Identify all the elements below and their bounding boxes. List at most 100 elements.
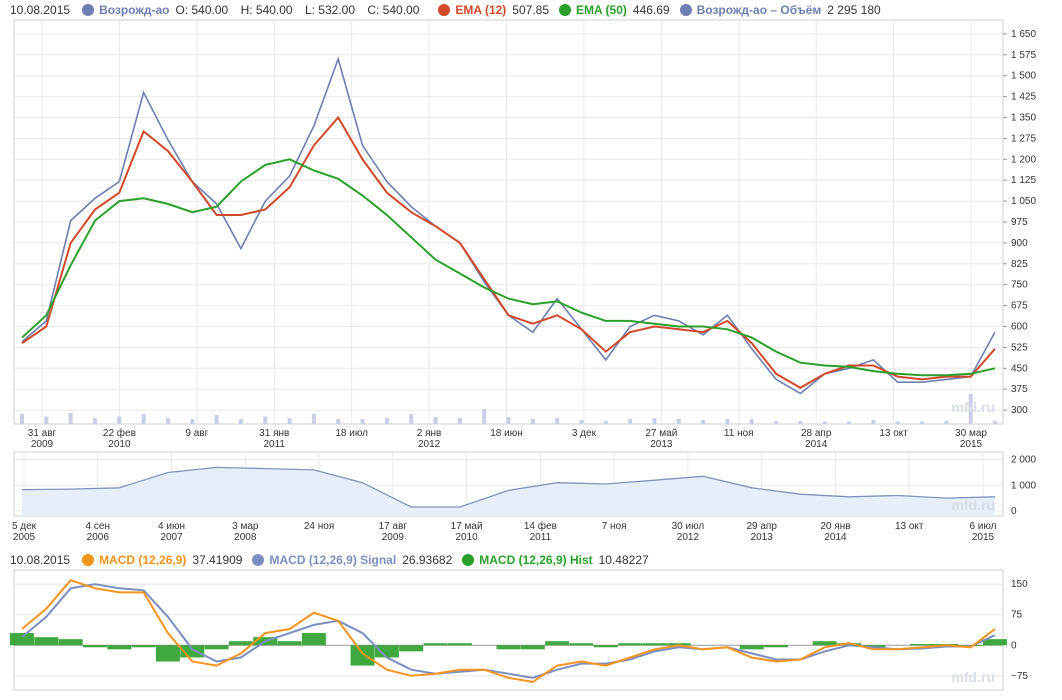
main-x-tick-label: 27 май (645, 428, 677, 439)
macd-y-tick-label: −75 (1011, 671, 1028, 682)
main-x-year-label: 2015 (960, 439, 983, 450)
overview-x-tick-label: 3 мар (232, 521, 259, 532)
overview-x-year-label: 2006 (87, 532, 110, 543)
volume-bar (628, 419, 633, 424)
volume-bar (68, 413, 73, 424)
macd-y-tick-label: 75 (1011, 610, 1023, 621)
macd-line (21, 579, 996, 683)
volume-bar (555, 418, 560, 424)
volume-bar (384, 418, 389, 424)
volume-bar (579, 420, 584, 424)
overview-x-tick-label: 30 июл (672, 521, 705, 532)
volume-bar (238, 419, 243, 424)
macd-hist-bar (107, 645, 132, 650)
volume-bar (263, 416, 268, 424)
volume-bar (871, 420, 876, 424)
main-y-tick-label: 900 (1011, 238, 1028, 249)
macd-hist-bar (277, 641, 302, 646)
volume-bar (993, 421, 997, 424)
macd-hist-bar (131, 645, 156, 648)
volume-bar (214, 415, 219, 424)
macd-hist-bar (520, 645, 545, 650)
main-y-tick-label: 1 050 (1011, 196, 1036, 207)
macd-hist-bar (155, 645, 180, 662)
overview-x-year-label: 2013 (751, 532, 774, 543)
macd-hist-bar (910, 644, 935, 646)
main-y-tick-label: 525 (1011, 342, 1028, 353)
main-y-tick-label: 1 125 (1011, 175, 1036, 186)
overview-x-year-label: 2005 (13, 532, 36, 543)
volume-bar (798, 421, 803, 424)
overview-x-tick-label: 24 ноя (304, 521, 334, 532)
main-y-tick-label: 675 (1011, 301, 1028, 312)
main-x-tick-label: 31 янв (259, 428, 289, 439)
volume-bar (944, 421, 949, 424)
main-x-tick-label: 13 окт (879, 428, 908, 439)
main-y-tick-label: 600 (1011, 321, 1028, 332)
overview-x-year-label: 2008 (234, 532, 257, 543)
main-y-tick-label: 1 350 (1011, 113, 1036, 124)
macd-hist-bar (739, 645, 764, 650)
volume-bar (336, 419, 341, 424)
overview-x-tick-label: 13 окт (895, 521, 924, 532)
volume-bar (92, 418, 97, 424)
main-x-tick-label: 11 ноя (724, 428, 754, 439)
main-x-tick-label: 18 июл (335, 428, 368, 439)
overview-x-tick-label: 17 авг (379, 521, 408, 532)
main-y-tick-label: 300 (1011, 405, 1028, 416)
volume-bar (506, 417, 511, 424)
macd-hist-bar (58, 639, 83, 646)
macd-hist-bar (374, 645, 399, 658)
volume-bar (190, 419, 195, 424)
main-x-year-label: 2014 (805, 439, 828, 450)
overview-x-year-label: 2009 (382, 532, 405, 543)
main-x-tick-label: 22 фев (103, 427, 136, 439)
main-x-year-label: 2013 (650, 439, 673, 450)
volume-bar (603, 421, 608, 424)
overview-x-year-label: 2007 (160, 532, 183, 543)
overview-x-year-label: 2010 (455, 532, 478, 543)
volume-bar (311, 414, 316, 424)
main-x-year-label: 2011 (263, 439, 285, 450)
volume-bar (725, 419, 730, 424)
main-x-year-label: 2009 (31, 439, 54, 450)
main-x-tick-label: 30 мар (955, 428, 987, 439)
main-x-tick-label: 31 авг (28, 428, 57, 439)
main-x-tick-label: 9 авг (185, 428, 208, 439)
volume-bar (749, 419, 754, 424)
volume-bar (774, 421, 779, 424)
volume-bar (44, 416, 49, 424)
overview-x-year-label: 2014 (824, 532, 847, 543)
main-x-tick-label: 28 апр (801, 428, 832, 439)
volume-bar (847, 421, 852, 424)
macd-hist-bar (569, 643, 594, 646)
volume-bar (822, 421, 827, 424)
macd-hist-bar (447, 643, 472, 646)
overview-x-tick-label: 14 фев (524, 520, 557, 532)
main-x-tick-label: 3 дек (572, 428, 597, 439)
main-y-tick-label: 1 650 (1011, 29, 1036, 40)
volume-bar (457, 418, 462, 424)
volume-bar (117, 416, 122, 424)
volume-bar (895, 421, 900, 424)
volume-bar (676, 419, 681, 424)
macd-hist-bar (642, 643, 667, 646)
volume-bar (652, 418, 657, 424)
volume-bar (433, 417, 438, 424)
main-watermark: mfd.ru (951, 399, 995, 415)
main-y-tick-label: 750 (1011, 280, 1028, 291)
macd-hist-bar (545, 641, 570, 646)
macd-hist-bar (399, 645, 424, 652)
overview-x-year-label: 2011 (530, 532, 552, 543)
price-line (21, 56, 996, 395)
macd-watermark: mfd.ru (951, 669, 995, 685)
main-y-tick-label: 1 200 (1011, 154, 1036, 165)
macd-y-tick-label: 0 (1011, 640, 1017, 651)
overview-x-tick-label: 17 май (451, 521, 483, 532)
volume-bar (482, 409, 487, 424)
volume-bar (701, 420, 706, 424)
ema50-line (21, 158, 996, 377)
macd-hist-bar (618, 643, 643, 646)
main-y-tick-label: 1 575 (1011, 50, 1036, 61)
overview-watermark: mfd.ru (951, 497, 995, 513)
